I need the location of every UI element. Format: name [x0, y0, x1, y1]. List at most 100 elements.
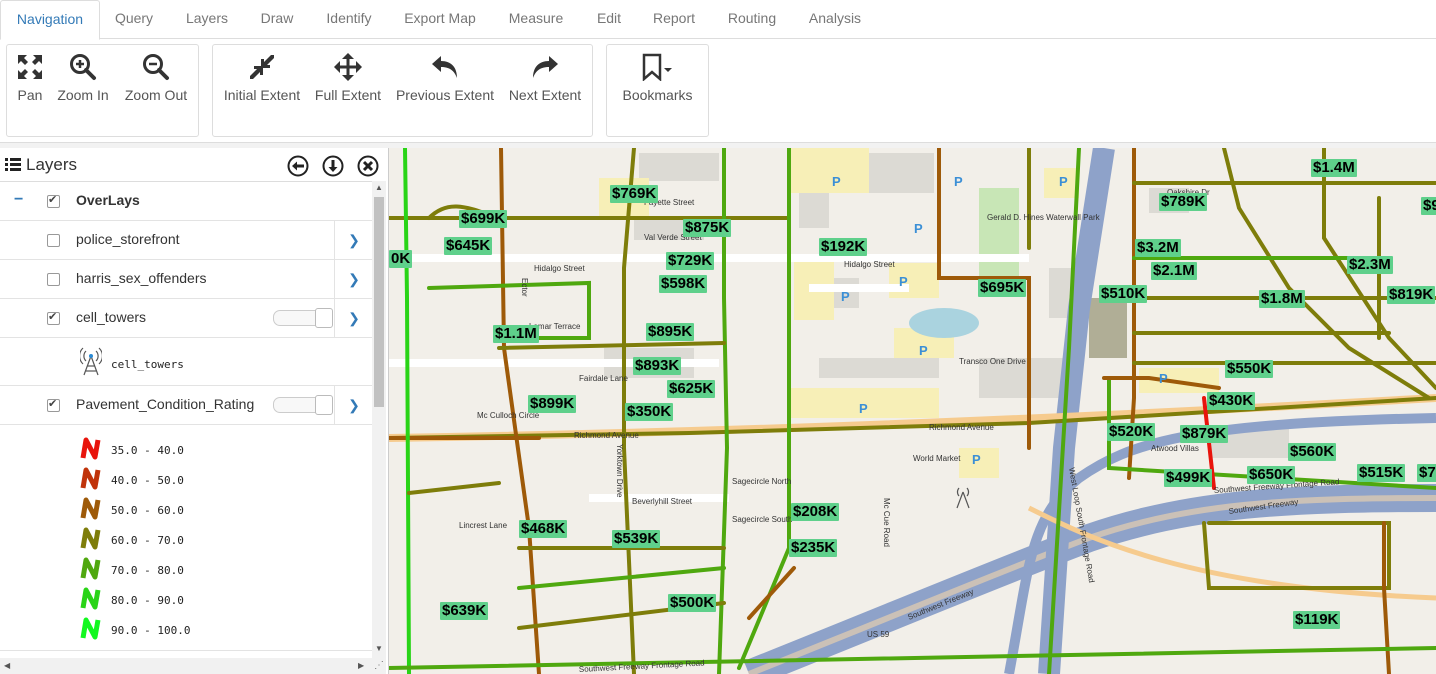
price-label: $699K — [459, 210, 508, 228]
chevron-right-icon[interactable]: ❯ — [334, 299, 373, 337]
legend-item: 80.0 - 90.0 — [0, 586, 372, 616]
cell-towers-checkbox[interactable] — [47, 310, 60, 325]
layers-panel: Layers − OverLays police_storefront ❯ ha… — [0, 148, 389, 674]
tab-draw[interactable]: Draw — [250, 0, 304, 38]
price-label: $1.1M — [493, 325, 539, 343]
price-label: $539K — [612, 530, 661, 548]
price-label: $208K — [791, 503, 840, 521]
initial-extent-label: Initial Extent — [223, 87, 301, 103]
parking-icon: P — [832, 174, 841, 189]
tab-export-map[interactable]: Export Map — [394, 0, 486, 38]
price-label: $639K — [440, 602, 489, 620]
line-swatch-icon — [80, 617, 101, 640]
police-storefront-checkbox[interactable] — [47, 234, 60, 247]
tab-edit[interactable]: Edit — [586, 0, 632, 38]
next-extent-label: Next Extent — [508, 87, 582, 103]
resize-grip-icon[interactable]: ⋰ — [374, 660, 384, 671]
harris-sex-offenders-checkbox[interactable] — [47, 273, 60, 286]
zoom-in-button[interactable]: Zoom In — [55, 53, 111, 103]
street-label: Hidalgo Street — [844, 260, 895, 269]
overlays-label: OverLays — [76, 192, 140, 208]
chevron-right-icon[interactable]: ❯ — [334, 221, 373, 259]
price-label: $500K — [668, 594, 717, 612]
parking-icon: P — [859, 401, 868, 416]
tab-routing[interactable]: Routing — [716, 0, 788, 38]
tab-layers[interactable]: Layers — [176, 0, 238, 38]
expand-arrows-icon — [18, 55, 42, 79]
parking-icon: P — [919, 343, 928, 358]
legend-item: 35.0 - 40.0 — [0, 436, 372, 466]
tab-report[interactable]: Report — [644, 0, 704, 38]
slider-handle[interactable] — [315, 308, 333, 328]
line-swatch-icon — [80, 527, 101, 550]
legend-item: 90.0 - 100.0 — [0, 616, 372, 646]
price-label: $875K — [683, 219, 732, 237]
zoom-in-icon — [70, 54, 96, 80]
close-circle-icon[interactable] — [357, 155, 379, 177]
compress-arrows-icon — [250, 55, 274, 79]
vertical-scrollbar[interactable]: ▲ ▼ — [372, 181, 386, 658]
bookmark-icon — [642, 53, 672, 81]
tab-navigation[interactable]: Navigation — [0, 0, 100, 40]
pavement-checkbox[interactable] — [47, 397, 60, 412]
undo-arrow-icon — [432, 56, 457, 78]
price-label: $819K — [1387, 286, 1436, 304]
divider — [0, 650, 372, 651]
legend-item: 60.0 - 70.0 — [0, 526, 372, 556]
next-extent-button[interactable]: Next Extent — [507, 53, 583, 103]
map-view[interactable]: Fayette Street Val Verde Street Hidalgo … — [389, 148, 1436, 674]
chevron-right-icon[interactable]: ❯ — [334, 386, 373, 424]
price-label: $650K — [1247, 466, 1296, 484]
layer-label: cell_towers — [76, 309, 147, 325]
tab-identify[interactable]: Identify — [316, 0, 382, 38]
cell-towers-opacity-slider[interactable] — [273, 308, 333, 328]
cell-towers-legend-row: cell_towers — [0, 338, 372, 386]
scroll-right-icon[interactable]: ▶ — [358, 661, 364, 670]
layer-label: Pavement_Condition_Rating — [76, 396, 255, 412]
pan-button[interactable]: Pan — [13, 53, 47, 103]
parking-icon: P — [841, 289, 850, 304]
price-label: 0K — [389, 250, 413, 268]
collapse-icon[interactable]: − — [14, 191, 23, 209]
move-arrows-icon — [334, 53, 362, 81]
layers-header: Layers — [0, 148, 386, 182]
tab-bar: Navigation Query Layers Draw Identify Ex… — [0, 0, 1436, 40]
tab-measure[interactable]: Measure — [498, 0, 574, 38]
price-label: $893K — [633, 357, 682, 375]
previous-extent-label: Previous Extent — [395, 87, 495, 103]
scroll-down-icon[interactable]: ▼ — [375, 644, 383, 653]
price-label: $350K — [625, 403, 674, 421]
zoom-out-button[interactable]: Zoom Out — [121, 53, 191, 103]
cell-tower-icon — [80, 347, 102, 376]
pavement-opacity-slider[interactable] — [273, 395, 333, 415]
overlays-checkbox[interactable] — [47, 193, 60, 208]
scroll-left-icon[interactable]: ◀ — [4, 661, 10, 670]
tab-analysis[interactable]: Analysis — [800, 0, 870, 38]
street-label: Transco One Drive — [959, 357, 1026, 366]
full-extent-button[interactable]: Full Extent — [313, 53, 383, 103]
horizontal-scrollbar[interactable]: ◀ ▶ ⋰ — [0, 658, 386, 674]
scrollbar-thumb[interactable] — [374, 197, 384, 407]
street-label: Ector — [520, 278, 529, 297]
redo-arrow-icon — [533, 56, 558, 78]
price-label: $645K — [444, 237, 493, 255]
scroll-up-icon[interactable]: ▲ — [375, 183, 383, 192]
download-circle-icon[interactable] — [322, 155, 344, 177]
back-circle-icon[interactable] — [287, 155, 309, 177]
initial-extent-button[interactable]: Initial Extent — [221, 53, 303, 103]
street-label: Richmond Avenue — [929, 423, 994, 432]
slider-handle[interactable] — [315, 395, 333, 415]
parking-icon: P — [1159, 371, 1168, 386]
price-label: $2.3M — [1347, 256, 1393, 274]
poi-label: World Market — [913, 454, 961, 463]
chevron-right-icon[interactable]: ❯ — [334, 260, 373, 298]
street-label: Richmond Avenue — [574, 431, 639, 440]
price-label: $3.2M — [1135, 239, 1181, 257]
tab-query[interactable]: Query — [104, 0, 164, 38]
bookmarks-button[interactable]: Bookmarks — [615, 53, 700, 103]
parking-icon: P — [972, 452, 981, 467]
price-label: $1.4M — [1311, 159, 1357, 177]
previous-extent-button[interactable]: Previous Extent — [393, 53, 497, 103]
legend-item: 50.0 - 60.0 — [0, 496, 372, 526]
price-label: $119K — [1293, 611, 1341, 629]
